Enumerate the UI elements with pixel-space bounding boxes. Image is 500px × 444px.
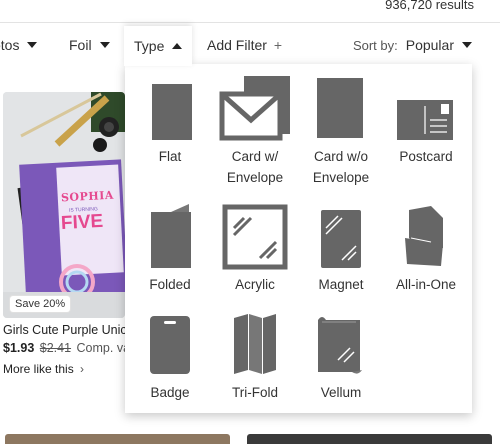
type-option-label: Acrylic — [235, 277, 275, 292]
sale-badge: Save 20% — [10, 296, 71, 312]
add-filter-label: Add Filter — [207, 37, 267, 53]
product-image-peek[interactable] — [5, 434, 230, 444]
price: $1.93 — [3, 341, 35, 355]
filter-photos-label: otos — [0, 37, 20, 53]
type-option-magnet[interactable]: Magnet — [298, 204, 384, 295]
postcard-icon — [397, 100, 453, 140]
filter-type-label: Type — [134, 38, 165, 54]
type-option-postcard[interactable]: Postcard — [383, 98, 469, 167]
filter-bar: otos Foil Type Add Filter + Sort by: Pop… — [0, 26, 500, 66]
header-divider — [0, 22, 500, 23]
type-option-label: Badge — [150, 385, 190, 400]
chevron-down-icon — [99, 42, 110, 48]
type-option-label: All-in-One — [395, 277, 457, 292]
chevron-right-icon: › — [80, 362, 85, 376]
magnet-card-icon — [321, 210, 361, 268]
product-image[interactable]: SOPHIA IS TURNING FIVE — [3, 92, 125, 318]
vellum-card-icon — [318, 317, 362, 374]
type-option-badge[interactable]: Badge — [127, 312, 213, 403]
type-option-label: Tri-Fold — [232, 385, 278, 400]
type-dropdown-menu: Flat Card w/ Envelope Card w/o Envelope … — [125, 64, 472, 413]
type-option-label: Folded — [149, 277, 191, 292]
type-option-card-without-envelope[interactable]: Card w/o Envelope — [298, 76, 384, 188]
sort-value: Popular — [405, 37, 454, 53]
badge-card-icon — [150, 316, 190, 374]
chevron-up-icon — [172, 43, 183, 49]
add-filter-button[interactable]: Add Filter + — [207, 26, 282, 64]
results-count: 936,720 results — [385, 0, 474, 12]
type-option-label: Flat — [158, 149, 182, 164]
type-option-flat[interactable]: Flat — [127, 82, 213, 167]
type-option-label: Card w/o Envelope — [312, 149, 370, 185]
folded-card-icon — [151, 204, 191, 268]
type-option-acrylic[interactable]: Acrylic — [212, 204, 298, 295]
product-title[interactable]: Girls Cute Purple Unico — [3, 323, 134, 337]
type-option-label: Postcard — [399, 149, 453, 164]
acrylic-card-icon — [222, 204, 288, 270]
more-like-label: More like this — [3, 362, 74, 376]
card-age-text: FIVE — [60, 210, 104, 235]
filter-foil-label: Foil — [69, 37, 92, 53]
card-name-text: SOPHIA — [60, 188, 115, 205]
card-without-envelope-icon — [317, 78, 363, 138]
type-option-all-in-one[interactable]: All-in-One — [383, 204, 469, 295]
type-option-tri-fold[interactable]: Tri-Fold — [212, 312, 298, 403]
type-option-label: Magnet — [318, 277, 364, 292]
type-option-folded[interactable]: Folded — [127, 204, 213, 295]
filter-foil[interactable]: Foil — [69, 26, 110, 64]
sort-dropdown[interactable]: Sort by: Popular — [353, 26, 472, 64]
type-option-label: Card w/ Envelope — [226, 149, 284, 185]
type-option-card-with-envelope[interactable]: Card w/ Envelope — [212, 76, 298, 188]
more-like-this-link[interactable]: More like this › — [3, 362, 84, 376]
tri-fold-card-icon — [234, 314, 276, 374]
filter-type[interactable]: Type — [124, 26, 193, 66]
type-option-vellum[interactable]: Vellum — [298, 312, 384, 403]
sort-by-label: Sort by: — [352, 37, 398, 53]
flat-card-icon — [152, 84, 192, 140]
chevron-down-icon — [462, 42, 472, 48]
plus-icon: + — [273, 37, 283, 53]
filter-photos[interactable]: otos — [0, 26, 38, 64]
type-option-label: Vellum — [320, 385, 362, 400]
all-in-one-card-icon — [405, 206, 443, 266]
product-image-peek[interactable] — [247, 434, 492, 444]
card-with-envelope-icon — [219, 76, 290, 141]
chevron-down-icon — [27, 42, 38, 48]
product-photo — [3, 92, 125, 318]
old-price: $2.41 — [39, 341, 72, 355]
